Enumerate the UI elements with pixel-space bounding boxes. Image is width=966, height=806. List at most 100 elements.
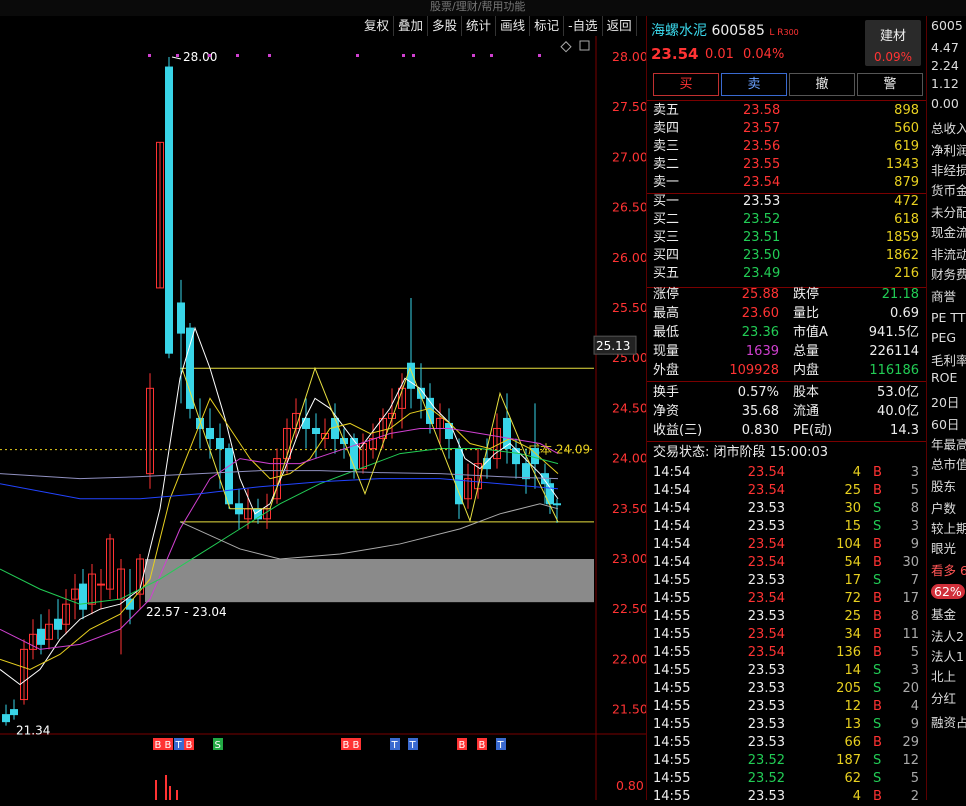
ma5-line [0, 326, 559, 686]
high-pointer [171, 56, 182, 60]
tick-volume: 4 [852, 789, 861, 804]
candle-body [302, 417, 310, 429]
stat-value: 0.57% [737, 385, 779, 400]
toolbar-btn-4[interactable]: 画线 [496, 16, 531, 36]
sector-box[interactable]: 建材 0.09% [865, 20, 921, 66]
candle-body [177, 302, 185, 334]
finance-item: 总收入 [931, 121, 966, 136]
stat-value: 1639 [745, 344, 779, 359]
tick-time: 14:54 [653, 483, 691, 498]
finance-item: 60日 [931, 417, 960, 432]
stat-value: 0.69 [890, 306, 919, 321]
top-bar-text: 股票/理财/帮用功能 [430, 0, 526, 13]
y-tick-label: 24.00 [612, 451, 646, 466]
stat-label: 净资 [653, 404, 680, 419]
tick-time: 14:55 [653, 771, 691, 786]
volume-bar [165, 775, 167, 800]
tick-volume: 205 [836, 681, 861, 696]
toolbar-btn-3[interactable]: 统计 [462, 16, 497, 36]
bid-price[interactable]: 23.49 [743, 265, 780, 283]
tick-volume: 25 [844, 483, 861, 498]
tick-volume: 14 [844, 663, 861, 678]
stat-value: 53.0亿 [877, 385, 919, 400]
kline-chart[interactable]: 28.00 27.50 27.00 26.50 26.00 25.50 25.00 24.50… [0, 36, 648, 800]
tick-volume: 136 [836, 645, 861, 660]
signal-marker-S: S [215, 740, 221, 751]
tick-price: 23.53 [747, 699, 785, 714]
toolbar-btn-7[interactable]: 返回 [603, 16, 637, 36]
bid-price[interactable]: 23.51 [743, 229, 780, 247]
volume-bar [169, 786, 171, 800]
ask-price[interactable]: 23.55 [743, 156, 780, 174]
ask-price[interactable]: 23.54 [743, 174, 780, 192]
finance-item: PE TTM [931, 310, 966, 325]
stat-label: 换手 [653, 385, 680, 400]
tick-price: 23.53 [747, 501, 785, 516]
tick-side: B [873, 609, 882, 624]
bid-volume: 472 [894, 194, 919, 209]
cancel-order-button[interactable]: 撤 [789, 73, 855, 96]
candle-body [216, 438, 224, 450]
tick-side: B [873, 645, 882, 660]
ask-price[interactable]: 23.58 [743, 102, 780, 120]
buy-button[interactable]: 买 [653, 73, 719, 96]
stock-flags: L R [769, 28, 784, 38]
toolbar-btn-6[interactable]: -自选 [564, 16, 603, 36]
toolbar-btn-2[interactable]: 多股 [428, 16, 463, 36]
alert-button[interactable]: 警 [857, 73, 923, 96]
tick-volume: 66 [844, 735, 861, 750]
high-label: 28.00 [183, 50, 217, 64]
ask-price[interactable]: 23.57 [743, 120, 780, 138]
finance-item: 年最高 [931, 437, 966, 452]
stat-label: 现量 [653, 344, 680, 359]
toolbar-btn-5[interactable]: 标记 [530, 16, 565, 36]
signal-marker-T: T [175, 740, 183, 751]
sell-button[interactable]: 卖 [721, 73, 787, 96]
tick-time: 14:55 [653, 645, 691, 660]
toolbar-btn-0[interactable]: 复权 [360, 16, 395, 36]
tick-count: 7 [910, 573, 919, 588]
tick-count: 30 [902, 555, 919, 570]
y-tick-label: 22.50 [612, 601, 646, 616]
ask-price[interactable]: 23.56 [743, 138, 780, 156]
signal-marker-B: B [479, 740, 486, 751]
signal-marker-B: B [165, 740, 172, 751]
candle-body [331, 417, 339, 440]
signal-dot [176, 54, 179, 57]
ask-volume: 1343 [885, 157, 919, 172]
tick-side: B [873, 735, 882, 750]
bid-volume: 216 [894, 266, 919, 281]
bid-volume: 1859 [885, 230, 919, 245]
tick-side: B [873, 483, 882, 498]
tick-count: 5 [910, 645, 919, 660]
stat-value: 23.36 [741, 325, 779, 340]
tick-price: 23.54 [747, 627, 785, 642]
candle-body [512, 448, 520, 465]
ask-label: 卖三 [653, 139, 680, 154]
signal-marker-B: B [186, 740, 193, 751]
kline-svg[interactable]: 28.0027.5027.0026.5026.0025.5025.0024.50… [0, 36, 648, 800]
ma20-line [0, 427, 559, 650]
tick-volume: 12 [844, 699, 861, 714]
bid-label: 买二 [653, 212, 680, 227]
finance-item: 未分配 [931, 205, 966, 220]
signal-marker-B: B [459, 740, 466, 751]
stat-label: 收益(三) [653, 423, 703, 438]
finance-item: 0.00 [931, 96, 959, 111]
bid-price[interactable]: 23.53 [743, 193, 780, 211]
stock-flag-num: 300 [783, 28, 799, 37]
bid-price[interactable]: 23.50 [743, 247, 780, 265]
candle-body [553, 503, 561, 506]
finance-item: 毛利率 [931, 353, 966, 368]
toolbar-btn-1[interactable]: 叠加 [394, 16, 429, 36]
tick-count: 8 [910, 501, 919, 516]
finance-item: 眼光 [931, 541, 957, 556]
finance-item: 非流动 [931, 247, 966, 262]
ask-label: 卖二 [653, 157, 680, 172]
bid-price[interactable]: 23.52 [743, 211, 780, 229]
finance-item: 20日 [931, 395, 960, 410]
candle-body [79, 583, 87, 610]
candle-body [312, 427, 320, 435]
tick-price: 23.53 [747, 681, 785, 696]
finance-item: 户数 [931, 501, 957, 516]
